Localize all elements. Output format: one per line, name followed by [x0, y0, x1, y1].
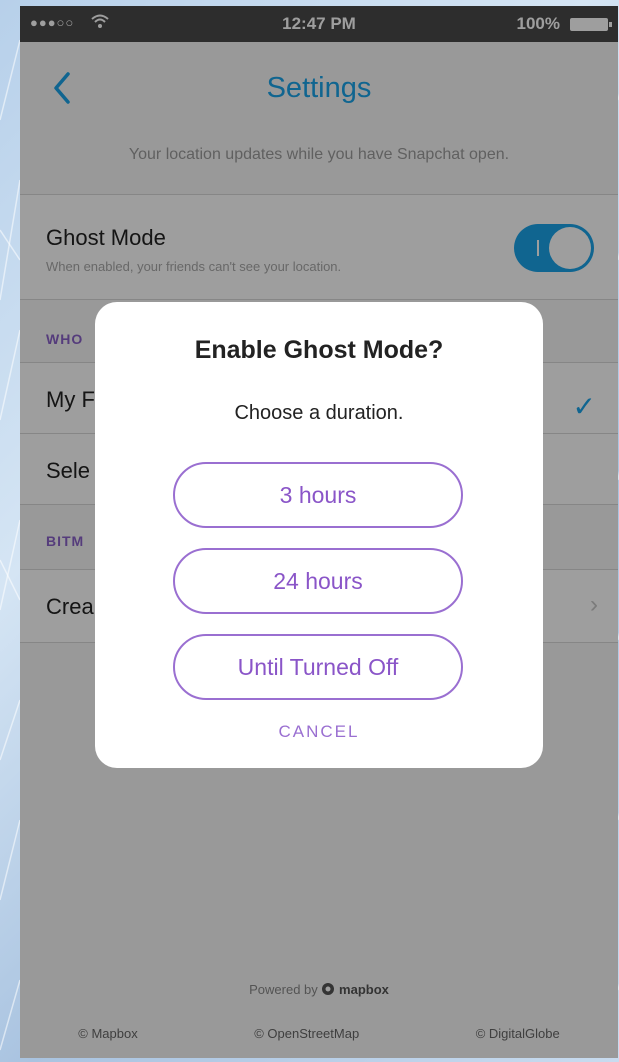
dialog-subtitle: Choose a duration.: [234, 402, 404, 424]
phone-screen: ●●●○○ 12:47 PM 100% Settings Your locati…: [20, 6, 618, 1058]
duration-24-hours-button[interactable]: 24 hours: [173, 548, 463, 614]
dialog-title: Enable Ghost Mode?: [194, 336, 444, 364]
ghost-mode-dialog: Enable Ghost Mode? Choose a duration. 3 …: [95, 302, 543, 768]
duration-3-hours-button[interactable]: 3 hours: [173, 462, 463, 528]
duration-until-turned-off-button[interactable]: Until Turned Off: [173, 634, 463, 700]
cancel-button[interactable]: CANCEL: [95, 722, 543, 742]
